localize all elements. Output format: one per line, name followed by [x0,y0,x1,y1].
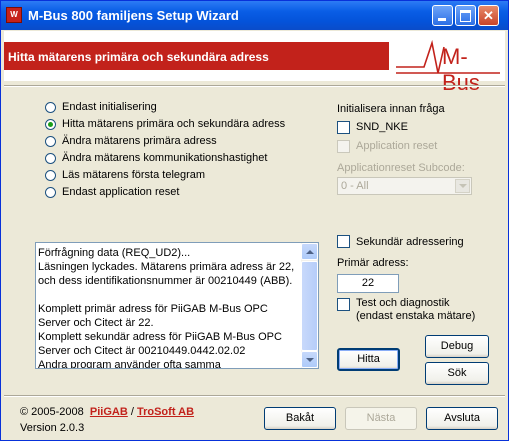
radio-label: Hitta mätarens primära och sekundära adr… [62,118,286,130]
scroll-down-icon[interactable] [301,351,318,368]
copyright-text: © 2005-2008 [20,406,84,418]
scroll-thumb[interactable] [301,261,318,351]
snd-nke-checkbox[interactable] [337,121,350,134]
test-diagnostics-label: Test och diagnostik [356,297,450,309]
sok-button[interactable]: Sök [425,362,489,385]
subcode-value: 0 - All [341,180,369,192]
subcode-label: Applicationreset Subcode: [337,162,465,174]
scroll-up-icon[interactable] [301,243,318,260]
trosoft-link[interactable]: TroSoft AB [137,406,194,418]
radio-circle-selected[interactable] [45,119,56,130]
radio-circle[interactable] [45,102,56,113]
snd-nke-label: SND_NKE [356,121,408,133]
finish-button[interactable]: Avsluta [426,407,498,430]
piigab-link[interactable]: PiiGAB [90,406,128,418]
test-diagnostics-checkbox[interactable] [337,298,350,311]
radio-label: Endast application reset [62,186,180,198]
radio-label: Ändra mätarens kommunikationshastighet [62,152,268,164]
window-title: M-Bus 800 familjens Setup Wizard [28,8,239,23]
close-button[interactable]: ✕ [478,5,499,26]
title-bar[interactable]: W M-Bus 800 familjens Setup Wizard ✕ [1,1,508,30]
radio-label: Ändra mätarens primära adress [62,135,217,147]
copyright: © 2005-2008 PiiGAB / TroSoft AB [20,406,194,418]
radio-label: Endast initialisering [62,101,157,113]
log-scrollbar[interactable] [301,243,318,368]
maximize-button[interactable] [455,5,476,26]
close-icon: ✕ [483,8,494,23]
debug-button[interactable]: Debug [425,335,489,358]
mbus-logo: M-Bus [394,37,502,95]
secondary-addressing-checkbox[interactable] [337,235,350,248]
radio-circle[interactable] [45,153,56,164]
header-banner: Hitta mätarens primära och sekundära adr… [4,42,389,70]
page-title: Hitta mätarens primära och sekundära adr… [8,50,269,64]
back-button[interactable]: Bakåt [264,407,336,430]
wizard-window: W M-Bus 800 familjens Setup Wizard ✕ Hit… [0,0,509,441]
minimize-button[interactable] [432,5,453,26]
test-diagnostics-sublabel: (endast enstaka mätare) [356,310,476,322]
chevron-down-icon[interactable] [455,179,470,193]
radio-circle[interactable] [45,170,56,181]
version-text: Version 2.0.3 [20,422,85,434]
hitta-button[interactable]: Hitta [337,348,400,371]
app-reset-label: Application reset [356,140,438,152]
log-textarea[interactable]: Förfrågning data (REQ_UD2)... Läsningen … [35,242,319,369]
log-text: Förfrågning data (REQ_UD2)... Läsningen … [38,247,295,369]
header-divider [4,85,505,87]
radio-circle[interactable] [45,136,56,147]
primary-address-label: Primär adress: [337,257,409,269]
logo-text: M-Bus [442,44,480,95]
primary-address-input[interactable]: 22 [337,274,399,293]
secondary-addressing-label: Sekundär adressering [356,236,464,248]
slash-text: / [130,406,134,418]
subcode-select[interactable]: 0 - All [337,177,472,195]
app-icon: W [6,7,22,23]
footer-divider [4,395,505,397]
header-band: Hitta mätarens primära och sekundära adr… [4,31,505,95]
next-button[interactable]: Nästa [345,407,417,430]
radio-circle[interactable] [45,187,56,198]
init-heading: Initialisera innan fråga [337,103,445,115]
app-reset-checkbox[interactable] [337,140,350,153]
radio-label: Läs mätarens första telegram [62,169,206,181]
